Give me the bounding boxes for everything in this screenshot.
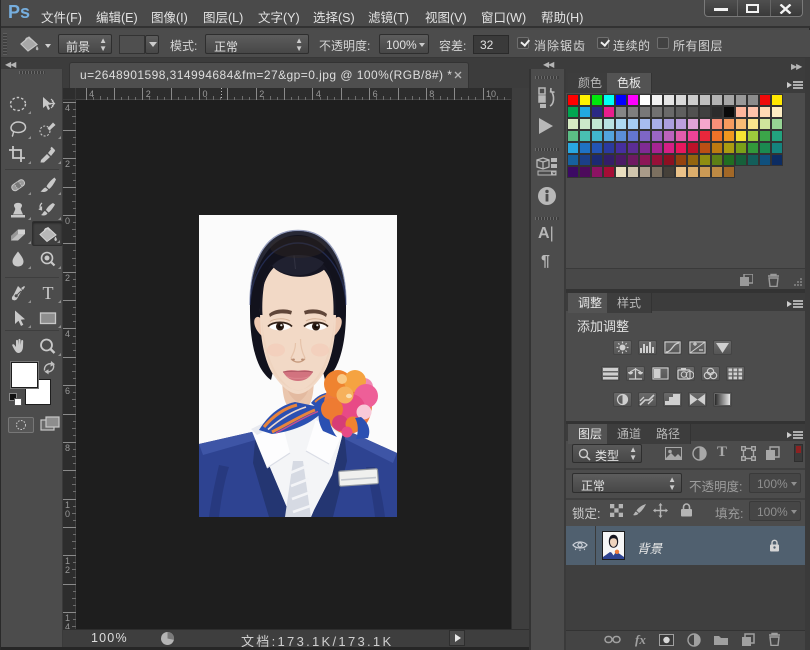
svg-text:T: T <box>42 284 53 302</box>
